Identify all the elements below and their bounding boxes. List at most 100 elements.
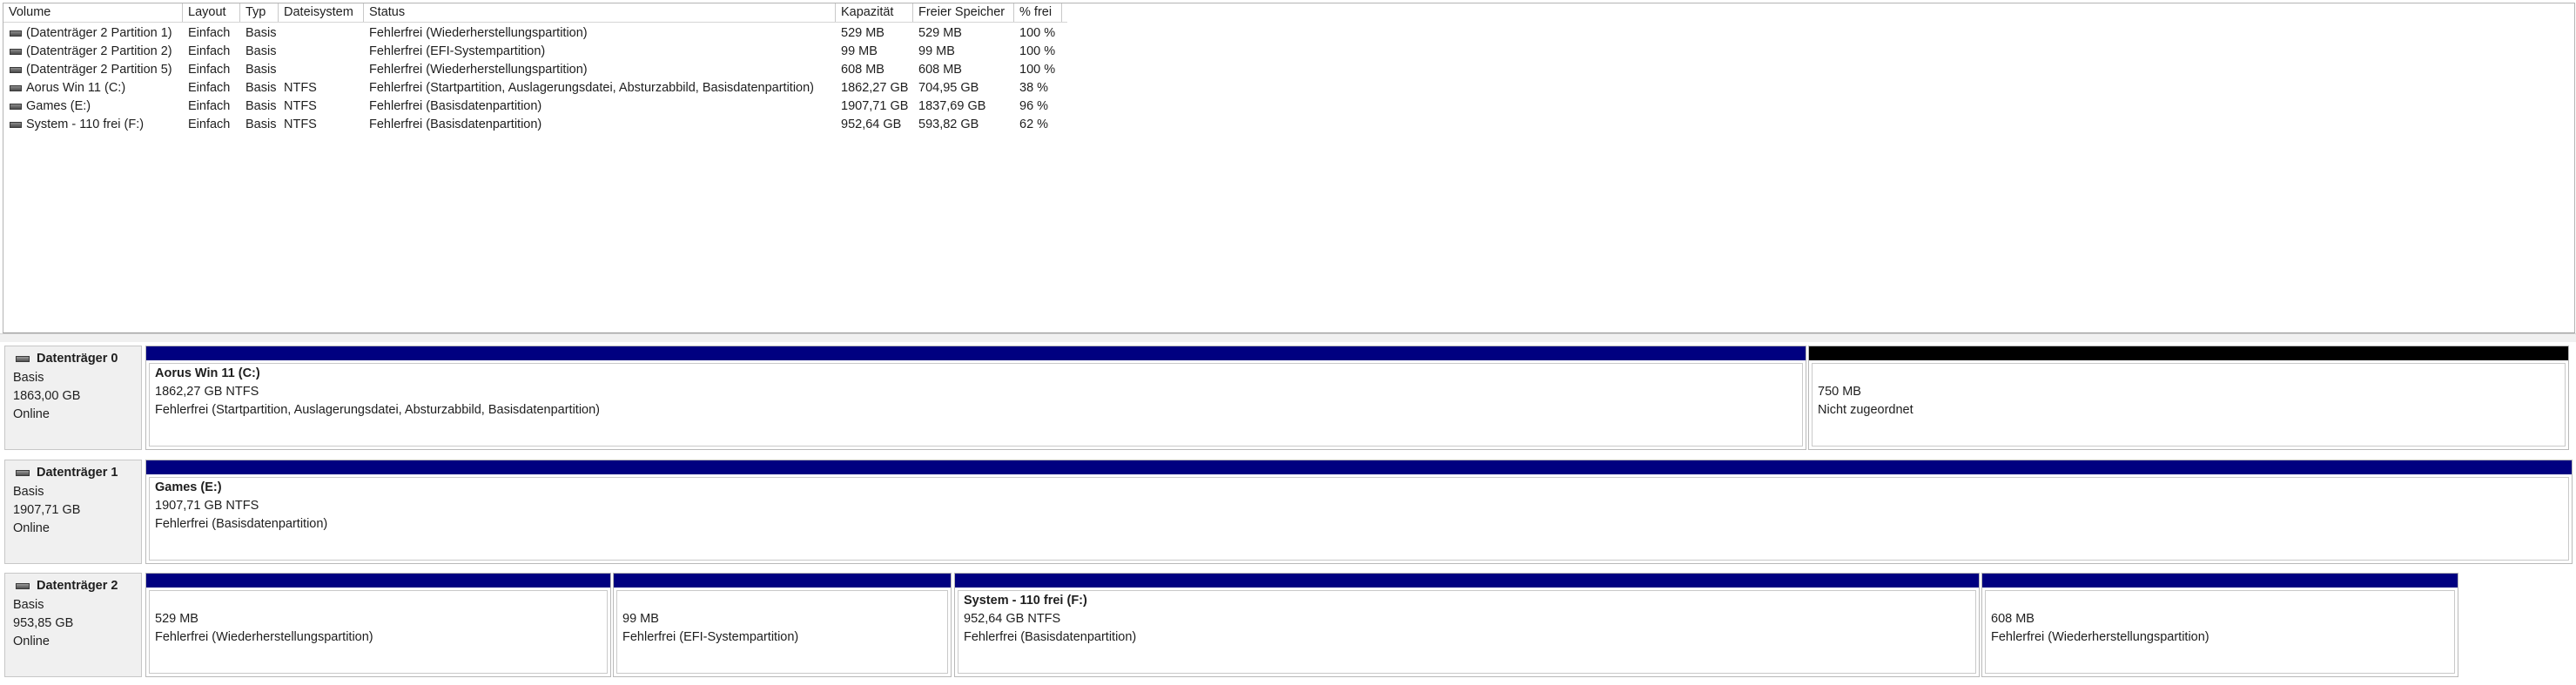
partition-block[interactable]: 608 MB Fehlerfrei (Wiederherstellungspart… bbox=[1981, 573, 2458, 677]
disk-row: Datenträger 0 Basis 1863,00 GB Online Aorus … bbox=[4, 346, 2573, 450]
volume-cell-pct: 62 % bbox=[1019, 118, 1049, 131]
disk-state: Online bbox=[13, 521, 50, 535]
volume-cell-layout: Einfach bbox=[188, 26, 231, 40]
partition-size: 529 MB bbox=[155, 612, 198, 626]
volume-cell-layout: Einfach bbox=[188, 63, 231, 77]
volume-cell-status: Fehlerfrei (Basisdatenpartition) bbox=[369, 99, 542, 113]
partition-body: Aorus Win 11 (C:) 1862,27 GB NTFS Fehlerfr… bbox=[149, 363, 1803, 447]
volume-list[interactable]: Volume Layout Typ Dateisystem Status Kapazitä… bbox=[3, 3, 2575, 333]
partition-bar bbox=[955, 574, 1979, 588]
volume-cell-capacity: 952,64 GB bbox=[841, 118, 902, 131]
volume-row[interactable]: System - 110 frei (F:) Einfach Basis NTFS Fe… bbox=[3, 116, 1067, 134]
volume-cell-pct: 96 % bbox=[1019, 99, 1049, 113]
volume-row[interactable]: (Datenträger 2 Partition 1) Einfach Basis F… bbox=[3, 24, 1067, 43]
volume-cell-volume: Aorus Win 11 (C:) bbox=[26, 81, 126, 95]
partition-title: Aorus Win 11 (C:) bbox=[155, 366, 260, 380]
partition-status: Fehlerfrei (EFI-Systempartition) bbox=[622, 630, 799, 644]
disk-state: Online bbox=[13, 407, 50, 421]
unallocated-space[interactable]: 750 MB Nicht zugeordnet bbox=[1808, 346, 2569, 450]
disk-state: Online bbox=[13, 635, 50, 648]
partition-status: Fehlerfrei (Basisdatenpartition) bbox=[964, 630, 1137, 644]
disk-row: Datenträger 1 Basis 1907,71 GB Online Games … bbox=[4, 460, 2573, 564]
volume-cell-capacity: 1862,27 GB bbox=[841, 81, 909, 95]
volume-row[interactable]: (Datenträger 2 Partition 5) Einfach Basis F… bbox=[3, 61, 1067, 79]
volume-cell-typ: Basis bbox=[245, 44, 277, 58]
disk-label[interactable]: Datenträger 0 Basis 1863,00 GB Online bbox=[4, 346, 142, 450]
disk-name: Datenträger 2 bbox=[37, 579, 118, 593]
partition-body: Games (E:) 1907,71 GB NTFS Fehlerfrei (Bas… bbox=[149, 477, 2569, 561]
partition-block[interactable]: 529 MB Fehlerfrei (Wiederherstellungspart… bbox=[145, 573, 611, 677]
partition-size: 750 MB bbox=[1818, 385, 1861, 399]
volume-cell-fs bbox=[279, 43, 364, 61]
volume-cell-pct: 100 % bbox=[1019, 44, 1056, 58]
partition-body: 608 MB Fehlerfrei (Wiederherstellungspart… bbox=[1985, 590, 2455, 674]
partition-body: 99 MB Fehlerfrei (EFI-Systempartition) bbox=[616, 590, 948, 674]
volume-cell-typ: Basis bbox=[245, 81, 277, 95]
volume-cell-typ: Basis bbox=[245, 63, 277, 77]
volume-cell-typ: Basis bbox=[245, 118, 277, 131]
volume-cell-free: 704,95 GB bbox=[918, 81, 979, 95]
volume-cell-status: Fehlerfrei (Wiederherstellungspartition) bbox=[369, 63, 588, 77]
volume-cell-status: Fehlerfrei (Startpartition, Auslagerungs… bbox=[369, 81, 815, 95]
partition-status: Fehlerfrei (Startpartition, Auslagerungs… bbox=[155, 403, 601, 417]
disk-size: 1863,00 GB bbox=[13, 389, 81, 403]
volume-cell-layout: Einfach bbox=[188, 118, 231, 131]
volume-row[interactable]: Aorus Win 11 (C:) Einfach Basis NTFS Fehlerf… bbox=[3, 79, 1067, 97]
volume-list-header: Volume Layout Typ Dateisystem Status Kapazitä… bbox=[3, 3, 1067, 23]
disk-name: Datenträger 1 bbox=[37, 466, 118, 480]
partition-size: 952,64 GB NTFS bbox=[964, 612, 1061, 626]
partition-title: System - 110 frei (F:) bbox=[964, 594, 1087, 608]
volume-cell-pct: 100 % bbox=[1019, 63, 1056, 77]
volume-cell-free: 1837,69 GB bbox=[918, 99, 986, 113]
disk-label[interactable]: Datenträger 1 Basis 1907,71 GB Online bbox=[4, 460, 142, 564]
partition-size: 1862,27 GB NTFS bbox=[155, 385, 259, 399]
volume-cell-pct: 100 % bbox=[1019, 26, 1056, 40]
volume-cell-free: 529 MB bbox=[918, 26, 962, 40]
partition-bar bbox=[146, 574, 610, 588]
partition-block[interactable]: System - 110 frei (F:) 952,64 GB NTFS Fehl… bbox=[954, 573, 1980, 677]
volume-cell-volume: (Datenträger 2 Partition 1) bbox=[26, 26, 172, 40]
volume-cell-volume: Games (E:) bbox=[26, 99, 91, 113]
volume-cell-pct: 38 % bbox=[1019, 81, 1049, 95]
disk-map: Datenträger 0 Basis 1863,00 GB Online Aorus … bbox=[0, 342, 2576, 685]
partition-status: Fehlerfrei (Basisdatenpartition) bbox=[155, 517, 328, 531]
column-header-status[interactable]: Status bbox=[364, 3, 836, 22]
disk-name: Datenträger 0 bbox=[37, 352, 118, 366]
disk-size: 953,85 GB bbox=[13, 616, 74, 630]
volume-cell-fs: NTFS bbox=[284, 99, 317, 113]
partition-title: Games (E:) bbox=[155, 480, 222, 494]
disk-label[interactable]: Datenträger 2 Basis 953,85 GB Online bbox=[4, 573, 142, 677]
partition-block[interactable]: Games (E:) 1907,71 GB NTFS Fehlerfrei (Bas… bbox=[145, 460, 2573, 564]
volume-cell-capacity: 529 MB bbox=[841, 26, 884, 40]
volume-cell-status: Fehlerfrei (Wiederherstellungspartition) bbox=[369, 26, 588, 40]
disk-type: Basis bbox=[13, 485, 44, 499]
partition-size: 608 MB bbox=[1991, 612, 2035, 626]
column-header-prozent-frei[interactable]: % frei bbox=[1014, 3, 1062, 22]
column-header-dateisystem[interactable]: Dateisystem bbox=[279, 3, 364, 22]
volume-cell-typ: Basis bbox=[245, 99, 277, 113]
disk-icon bbox=[16, 356, 30, 362]
column-header-freier-speicher[interactable]: Freier Speicher bbox=[913, 3, 1014, 22]
volume-cell-volume: (Datenträger 2 Partition 2) bbox=[26, 44, 172, 58]
column-header-volume[interactable]: Volume bbox=[3, 3, 183, 22]
partition-block[interactable]: Aorus Win 11 (C:) 1862,27 GB NTFS Fehlerfr… bbox=[145, 346, 1806, 450]
disk-size: 1907,71 GB bbox=[13, 503, 81, 517]
column-header-kapazitaet[interactable]: Kapazität bbox=[836, 3, 913, 22]
volume-cell-fs bbox=[279, 24, 364, 43]
volume-row[interactable]: Games (E:) Einfach Basis NTFS Fehlerfrei (Ba… bbox=[3, 97, 1067, 116]
partition-bar bbox=[1982, 574, 2458, 588]
volume-cell-layout: Einfach bbox=[188, 44, 231, 58]
disk-icon bbox=[16, 470, 30, 476]
partition-bar bbox=[146, 460, 2572, 474]
disk-icon bbox=[16, 583, 30, 589]
column-header-typ[interactable]: Typ bbox=[240, 3, 279, 22]
partition-block[interactable]: 99 MB Fehlerfrei (EFI-Systempartition) bbox=[613, 573, 952, 677]
volume-cell-fs: NTFS bbox=[284, 81, 317, 95]
volume-row[interactable]: (Datenträger 2 Partition 2) Einfach Basis F… bbox=[3, 43, 1067, 61]
column-header-layout[interactable]: Layout bbox=[183, 3, 240, 22]
partition-size: 1907,71 GB NTFS bbox=[155, 499, 259, 513]
partition-bar bbox=[614, 574, 951, 588]
volume-cell-capacity: 99 MB bbox=[841, 44, 878, 58]
volume-cell-layout: Einfach bbox=[188, 99, 231, 113]
partition-status: Fehlerfrei (Wiederherstellungspartition) bbox=[155, 630, 373, 644]
